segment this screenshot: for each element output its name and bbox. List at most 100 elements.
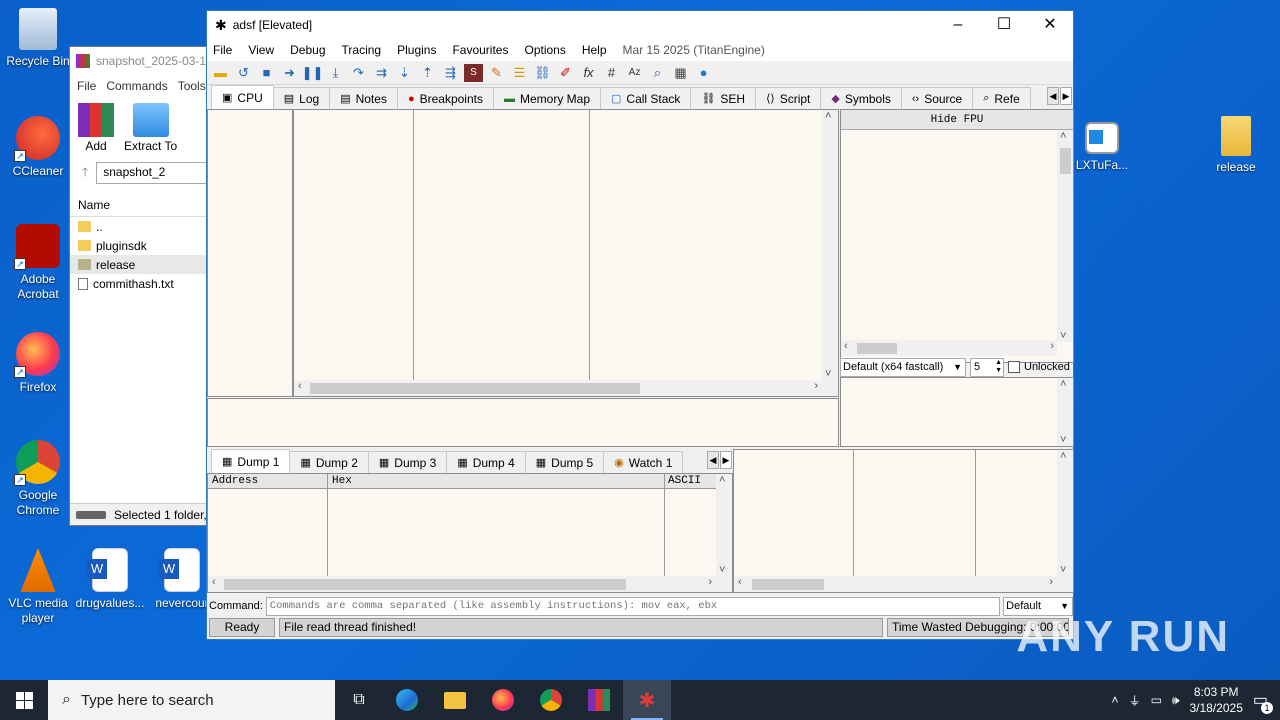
tab-scroll-right-icon[interactable]: ▶ xyxy=(1060,87,1072,105)
menu-view[interactable]: View xyxy=(248,43,282,57)
winrar-menu-file[interactable]: File xyxy=(77,79,96,93)
stack-vscroll[interactable]: ˄ ˅ xyxy=(1057,450,1073,576)
hash-icon[interactable]: # xyxy=(602,64,621,82)
volume-icon[interactable]: 🕪 xyxy=(1172,693,1180,708)
globe-icon[interactable]: ● xyxy=(694,64,713,82)
winrar-menu-tools[interactable]: Tools xyxy=(178,79,206,93)
execute-till-return-icon[interactable]: ⇡ xyxy=(418,64,437,82)
winrar-extract-button[interactable]: Extract To xyxy=(124,103,177,153)
arg-count-spinbox[interactable]: 5 ▲ ▼ xyxy=(970,357,1004,377)
task-view-button[interactable]: ⧉ xyxy=(335,680,383,720)
scroll-thumb[interactable] xyxy=(1060,148,1071,174)
chevron-right-icon[interactable]: › xyxy=(1049,576,1053,588)
network-icon[interactable]: ▭ xyxy=(1151,693,1162,707)
tab-call-stack[interactable]: ▢ Call Stack xyxy=(600,87,692,109)
scylla-icon[interactable]: S xyxy=(464,63,483,82)
unlocked-checkbox[interactable] xyxy=(1008,361,1020,373)
dump-col-ascii[interactable]: ASCII xyxy=(668,474,701,488)
menu-tracing[interactable]: Tracing xyxy=(342,43,390,57)
chevron-right-icon[interactable]: › xyxy=(814,380,818,392)
disasm-hscroll[interactable]: ‹ › xyxy=(294,380,838,396)
tab-dump-5[interactable]: ▦ Dump 5 xyxy=(524,451,605,473)
restart-icon[interactable]: ↺ xyxy=(234,64,253,82)
chevron-left-icon[interactable]: ‹ xyxy=(298,380,302,392)
tab-scroll-left-icon[interactable]: ◀ xyxy=(1047,87,1059,105)
tab-symbols[interactable]: ◆ Symbols xyxy=(820,87,902,109)
tab-breakpoints[interactable]: ● Breakpoints xyxy=(396,87,494,109)
menu-options[interactable]: Options xyxy=(524,43,573,57)
labels-icon[interactable]: ⛓ xyxy=(533,64,552,82)
registers-hscroll[interactable]: ‹ › xyxy=(841,340,1057,356)
winrar-list-item[interactable]: release xyxy=(70,255,210,274)
chevron-up-icon[interactable]: ˄ xyxy=(1060,130,1066,142)
cpu-sidebar-pane[interactable] xyxy=(207,109,293,397)
winrar-menu-commands[interactable]: Commands xyxy=(106,79,167,93)
functions-icon[interactable]: fx xyxy=(579,64,598,82)
run-to-user-code-icon[interactable]: ⇶ xyxy=(441,64,460,82)
winrar-add-button[interactable]: Add xyxy=(78,103,114,153)
trace-over-icon[interactable]: ⇣ xyxy=(395,64,414,82)
taskbar-search-box[interactable]: ⌕ Type here to search xyxy=(48,680,335,720)
tab-memory-map[interactable]: ▬ Memory Map xyxy=(492,87,601,109)
tab-notes[interactable]: ▤ Notes xyxy=(329,87,398,109)
winrar-list-item[interactable]: pluginsdk xyxy=(70,236,210,255)
strings-icon[interactable]: Az xyxy=(625,64,644,82)
scroll-thumb[interactable] xyxy=(857,343,897,354)
tab-cpu[interactable]: ▣ CPU xyxy=(211,85,274,109)
tab-seh[interactable]: ⛓ SEH xyxy=(690,87,757,109)
find-icon[interactable]: ⌕ xyxy=(648,64,667,82)
scroll-thumb[interactable] xyxy=(752,579,824,590)
chevron-up-icon[interactable]: ˄ xyxy=(1112,693,1119,707)
tab-dump-2[interactable]: ▦ Dump 2 xyxy=(289,451,369,473)
close-button[interactable]: ✕ xyxy=(1027,11,1073,39)
menu-plugins[interactable]: Plugins xyxy=(397,43,444,57)
taskbar-debugger[interactable]: ✱ xyxy=(623,680,671,720)
disasm-vscroll[interactable]: ˄ ˅ xyxy=(822,110,838,380)
stack-args-pane[interactable]: ˄ ˅ xyxy=(840,377,1074,447)
open-icon[interactable]: ▬ xyxy=(211,64,230,82)
step-into-icon[interactable]: ⤓ xyxy=(326,64,345,82)
taskbar-file-explorer[interactable] xyxy=(431,680,479,720)
desktop-icon-adobe-acrobat[interactable]: ↗ Adobe Acrobat xyxy=(0,224,76,302)
chevron-down-icon[interactable]: ˅ xyxy=(1060,564,1066,576)
calculator-icon[interactable]: ▦ xyxy=(671,64,690,82)
dump-pane[interactable]: Address Hex ASCII ˄ ˅ ‹ › xyxy=(207,473,733,593)
chevron-right-icon[interactable]: › xyxy=(1050,340,1054,352)
tab-dump-4[interactable]: ▦ Dump 4 xyxy=(446,451,526,473)
desktop-icon-lxtufa[interactable]: LXTuFa... xyxy=(1064,122,1140,173)
stop-icon[interactable]: ■ xyxy=(257,64,276,82)
winrar-list-item[interactable]: commithash.txt xyxy=(70,274,210,293)
menu-file[interactable]: File xyxy=(213,43,240,57)
trace-into-icon[interactable]: ⇉ xyxy=(372,64,391,82)
chevron-up-icon[interactable]: ˄ xyxy=(1060,378,1066,390)
desktop-icon-release[interactable]: release xyxy=(1198,116,1274,175)
patch-icon[interactable]: ✎ xyxy=(487,64,506,82)
comments-icon[interactable]: ☰ xyxy=(510,64,529,82)
chevron-down-icon[interactable]: ˅ xyxy=(825,368,831,380)
desktop-icon-vlc[interactable]: VLC media player xyxy=(0,548,76,626)
tab-dump-1[interactable]: ▦ Dump 1 xyxy=(211,449,291,473)
taskbar-winrar[interactable] xyxy=(575,680,623,720)
scroll-thumb[interactable] xyxy=(310,383,640,394)
chevron-right-icon[interactable]: › xyxy=(708,576,712,588)
menu-favourites[interactable]: Favourites xyxy=(452,43,516,57)
menu-debug[interactable]: Debug xyxy=(290,43,333,57)
disassembly-pane[interactable]: ˄ ˅ ‹ › xyxy=(293,109,839,397)
tab-references[interactable]: ⌕ Refe xyxy=(972,87,1031,109)
dump-col-hex[interactable]: Hex xyxy=(332,474,352,488)
winrar-column-name[interactable]: Name xyxy=(70,193,210,217)
pause-icon[interactable]: ❚❚ xyxy=(302,64,324,82)
menu-help[interactable]: Help xyxy=(582,43,615,57)
chevron-up-icon[interactable]: ˄ xyxy=(719,474,725,486)
desktop-icon-ccleaner[interactable]: ↗ CCleaner xyxy=(0,116,76,179)
minimize-button[interactable]: – xyxy=(935,11,981,39)
dump-col-address[interactable]: Address xyxy=(212,474,258,488)
hide-fpu-button[interactable]: Hide FPU xyxy=(841,110,1073,130)
desktop-icon-recycle-bin[interactable]: Recycle Bin xyxy=(0,8,76,69)
taskbar-firefox[interactable] xyxy=(479,680,527,720)
desktop-icon-google-chrome[interactable]: ↗ Google Chrome xyxy=(0,440,76,518)
command-input[interactable] xyxy=(265,596,1001,616)
winrar-path-field[interactable]: snapshot_2 xyxy=(96,162,210,184)
chevron-up-icon[interactable]: ˄ xyxy=(825,110,831,122)
chevron-down-icon[interactable]: ˅ xyxy=(1060,434,1066,446)
